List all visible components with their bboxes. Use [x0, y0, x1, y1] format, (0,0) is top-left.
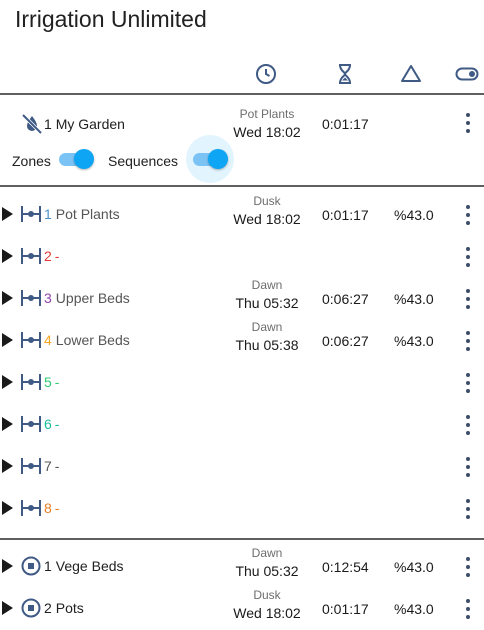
- zone-name: 3 Upper Beds: [44, 290, 130, 306]
- zone-row: 6-: [0, 404, 484, 446]
- zone-row: 2-: [0, 236, 484, 278]
- valve-icon: [21, 248, 41, 264]
- controller-duration: 0:01:17: [322, 116, 369, 132]
- zone-menu-button[interactable]: [461, 414, 475, 436]
- zone-name: 2-: [44, 248, 60, 264]
- adjustment: %43.0: [394, 207, 434, 223]
- schedule: Dawn Thu 05:32: [235, 278, 299, 311]
- controller-menu-button[interactable]: [461, 112, 475, 134]
- zones-toggle[interactable]: [57, 148, 95, 170]
- play-icon[interactable]: [2, 501, 13, 515]
- adjustment: %43.0: [394, 601, 434, 617]
- zone-menu-button[interactable]: [461, 246, 475, 268]
- play-icon[interactable]: [2, 207, 13, 221]
- valve-icon: [21, 332, 41, 348]
- zone-row: 8-: [0, 488, 484, 530]
- valve-icon: [21, 500, 41, 516]
- duration: 0:01:17: [322, 207, 369, 223]
- zone-row: Dawn Thu 05:32 0:06:27 %43.0 3 Upper Beds: [0, 278, 484, 320]
- zone-name: 1 Pot Plants: [44, 206, 120, 222]
- duration: 0:12:54: [322, 559, 369, 575]
- zone-name: 4 Lower Beds: [44, 332, 130, 348]
- play-icon[interactable]: [2, 459, 13, 473]
- triangle-delta-icon: [401, 65, 421, 82]
- toggle-icon: [455, 67, 479, 81]
- zone-row: 7-: [0, 446, 484, 488]
- valve-icon: [21, 374, 41, 390]
- zone-name: 7-: [44, 458, 60, 474]
- adjustment: %43.0: [394, 559, 434, 575]
- valve-icon: [21, 206, 41, 222]
- zone-menu-button[interactable]: [461, 204, 475, 226]
- zones-divider: [0, 538, 484, 540]
- adjustment: %43.0: [394, 291, 434, 307]
- zone-menu-button[interactable]: [461, 330, 475, 352]
- zone-menu-button[interactable]: [461, 372, 475, 394]
- play-icon[interactable]: [2, 417, 13, 431]
- sequence-name: 2 Pots: [44, 600, 84, 616]
- schedule: Dusk Wed 18:02: [233, 588, 301, 621]
- zones-label: Zones: [12, 153, 51, 169]
- zone-name: 6-: [44, 416, 60, 432]
- schedule: Dawn Thu 05:32: [235, 546, 299, 579]
- controller-schedule: Pot Plants Wed 18:02: [233, 107, 301, 140]
- schedule: Dusk Wed 18:02: [233, 194, 301, 227]
- sequence-row: Dawn Thu 05:32 0:12:54 %43.0 1 Vege Beds: [0, 546, 484, 588]
- zone-menu-button[interactable]: [461, 288, 475, 310]
- hourglass-icon: [339, 64, 351, 84]
- valve-icon: [21, 458, 41, 474]
- sequence-menu-button[interactable]: [461, 556, 475, 578]
- sequence-row: Dusk Wed 18:02 0:01:17 %43.0 2 Pots: [0, 588, 484, 630]
- duration: 0:01:17: [322, 601, 369, 617]
- play-icon[interactable]: [2, 559, 13, 573]
- zone-menu-button[interactable]: [461, 456, 475, 478]
- zone-row: Dawn Thu 05:38 0:06:27 %43.0 4 Lower Beds: [0, 320, 484, 362]
- valve-icon: [21, 290, 41, 306]
- sequence-name: 1 Vege Beds: [44, 558, 124, 574]
- sequence-stop-icon: [21, 598, 41, 618]
- adjustment: %43.0: [394, 333, 434, 349]
- zone-name: 8-: [44, 500, 60, 516]
- zone-menu-button[interactable]: [461, 498, 475, 520]
- duration: 0:06:27: [322, 333, 369, 349]
- valve-icon: [21, 416, 41, 432]
- zone-row: 5-: [0, 362, 484, 404]
- clock-icon: [256, 64, 276, 84]
- water-off-icon: [21, 113, 43, 135]
- controller-divider: [0, 185, 484, 187]
- zone-name: 5-: [44, 374, 60, 390]
- controller-name: 1 My Garden: [44, 116, 125, 132]
- sequence-stop-icon: [21, 556, 41, 576]
- play-icon[interactable]: [2, 375, 13, 389]
- play-icon[interactable]: [2, 333, 13, 347]
- play-icon[interactable]: [2, 249, 13, 263]
- zone-row: Dusk Wed 18:02 0:01:17 %43.0 1 Pot Plants: [0, 194, 484, 236]
- sequences-toggle[interactable]: [191, 148, 229, 170]
- schedule: Dawn Thu 05:38: [235, 320, 299, 353]
- duration: 0:06:27: [322, 291, 369, 307]
- sequences-label: Sequences: [108, 153, 179, 169]
- play-icon[interactable]: [2, 291, 13, 305]
- page-title: Irrigation Unlimited: [15, 6, 207, 32]
- sequence-menu-button[interactable]: [461, 598, 475, 620]
- header-divider: [0, 93, 484, 95]
- play-icon[interactable]: [2, 601, 13, 615]
